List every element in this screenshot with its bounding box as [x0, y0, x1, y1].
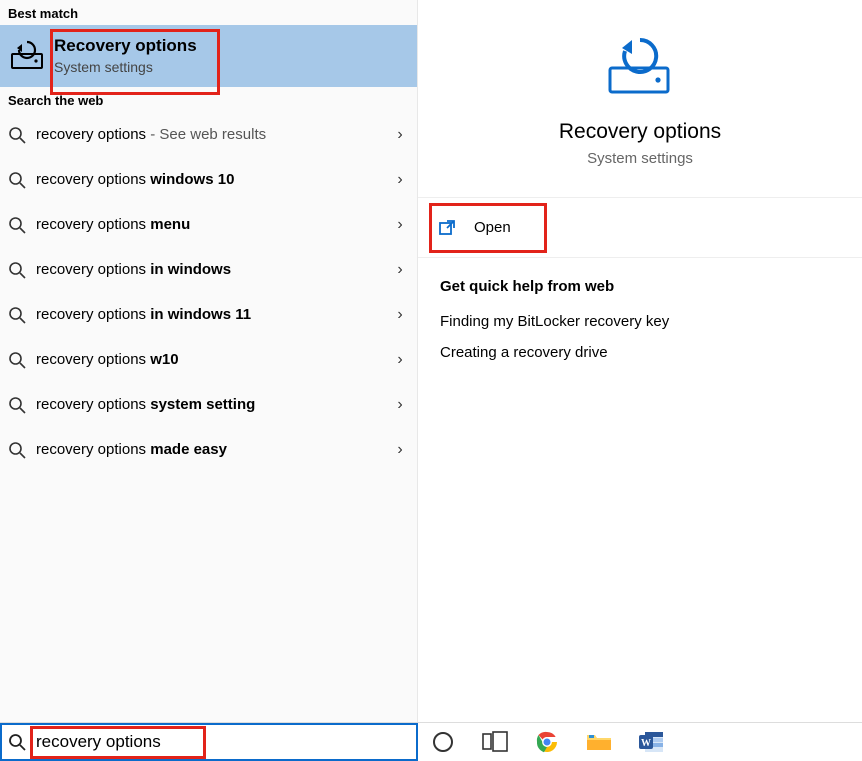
search-icon [2, 733, 32, 751]
word-icon[interactable]: W [636, 727, 666, 757]
web-suggestion[interactable]: recovery options in windows› [0, 247, 417, 292]
task-view-icon[interactable] [480, 727, 510, 757]
chrome-icon[interactable] [532, 727, 562, 757]
best-match-result[interactable]: Recovery options System settings [0, 25, 417, 87]
open-icon [438, 219, 460, 237]
suggestion-label: recovery options windows 10 [26, 171, 391, 188]
best-match-subtitle: System settings [54, 59, 197, 75]
search-icon [8, 441, 26, 459]
recovery-icon-large [604, 30, 676, 102]
detail-title: Recovery options [559, 120, 721, 144]
file-explorer-icon[interactable] [584, 727, 614, 757]
web-suggestion[interactable]: recovery options windows 10› [0, 157, 417, 202]
suggestion-label: recovery options menu [26, 216, 391, 233]
search-icon [8, 171, 26, 189]
chevron-right-icon: › [391, 171, 409, 189]
search-web-header: Search the web [0, 87, 417, 112]
search-icon [8, 126, 26, 144]
chevron-right-icon: › [391, 306, 409, 324]
quick-help-header: Get quick help from web [440, 278, 840, 295]
suggestion-label: recovery options w10 [26, 351, 391, 368]
quick-help-section: Get quick help from web Finding my BitLo… [418, 258, 862, 395]
help-link[interactable]: Finding my BitLocker recovery key [440, 313, 840, 330]
web-suggestion[interactable]: recovery options - See web results› [0, 112, 417, 157]
web-suggestion[interactable]: recovery options made easy› [0, 427, 417, 472]
suggestion-label: recovery options system setting [26, 396, 391, 413]
svg-text:W: W [641, 738, 651, 749]
web-suggestion[interactable]: recovery options system setting› [0, 382, 417, 427]
suggestion-label: recovery options in windows 11 [26, 306, 391, 323]
detail-panel: Recovery options System settings Open Ge… [418, 0, 862, 722]
detail-subtitle: System settings [587, 150, 693, 167]
taskbar-icons: W [418, 723, 862, 761]
search-input[interactable] [32, 732, 416, 752]
search-box[interactable] [0, 723, 418, 761]
best-match-header: Best match [0, 0, 417, 25]
taskbar: W [0, 723, 862, 761]
suggestion-label: recovery options in windows [26, 261, 391, 278]
chevron-right-icon: › [391, 261, 409, 279]
chevron-right-icon: › [391, 126, 409, 144]
best-match-title: Recovery options [54, 35, 197, 57]
suggestion-label: recovery options made easy [26, 441, 391, 458]
web-suggestions-list: recovery options - See web results›recov… [0, 112, 417, 472]
open-button[interactable]: Open [418, 198, 862, 258]
best-match-text: Recovery options System settings [54, 35, 197, 75]
results-panel: Best match Recovery options System setti… [0, 0, 418, 722]
search-icon [8, 396, 26, 414]
open-label: Open [474, 219, 511, 236]
chevron-right-icon: › [391, 441, 409, 459]
web-suggestion[interactable]: recovery options w10› [0, 337, 417, 382]
search-icon [8, 261, 26, 279]
chevron-right-icon: › [391, 396, 409, 414]
search-icon [8, 351, 26, 369]
web-suggestion[interactable]: recovery options in windows 11› [0, 292, 417, 337]
chevron-right-icon: › [391, 216, 409, 234]
chevron-right-icon: › [391, 351, 409, 369]
recovery-icon [8, 35, 48, 75]
web-suggestion[interactable]: recovery options menu› [0, 202, 417, 247]
detail-hero: Recovery options System settings [418, 0, 862, 198]
search-icon [8, 216, 26, 234]
suggestion-label: recovery options - See web results [26, 126, 391, 143]
help-link[interactable]: Creating a recovery drive [440, 344, 840, 361]
search-icon [8, 306, 26, 324]
cortana-icon[interactable] [428, 727, 458, 757]
